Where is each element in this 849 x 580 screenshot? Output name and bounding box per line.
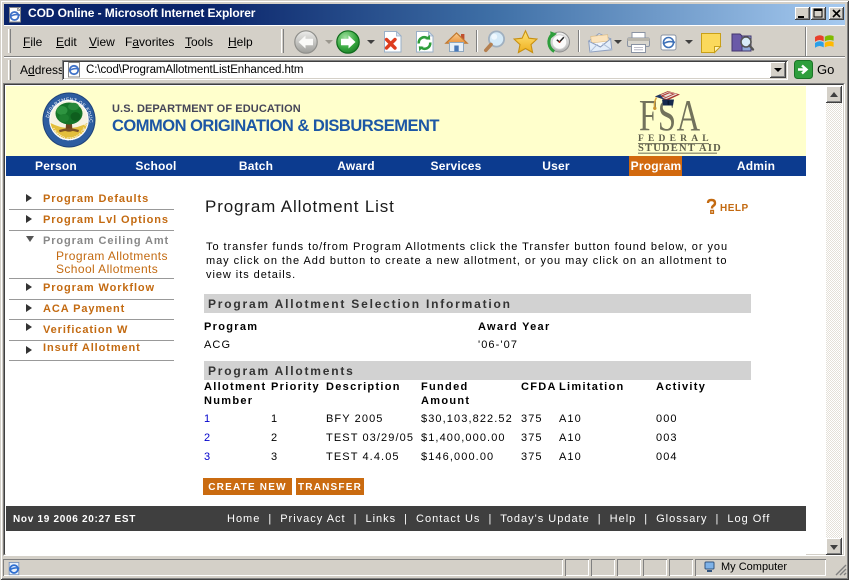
svg-text:STUDENT AID: STUDENT AID	[638, 143, 722, 154]
